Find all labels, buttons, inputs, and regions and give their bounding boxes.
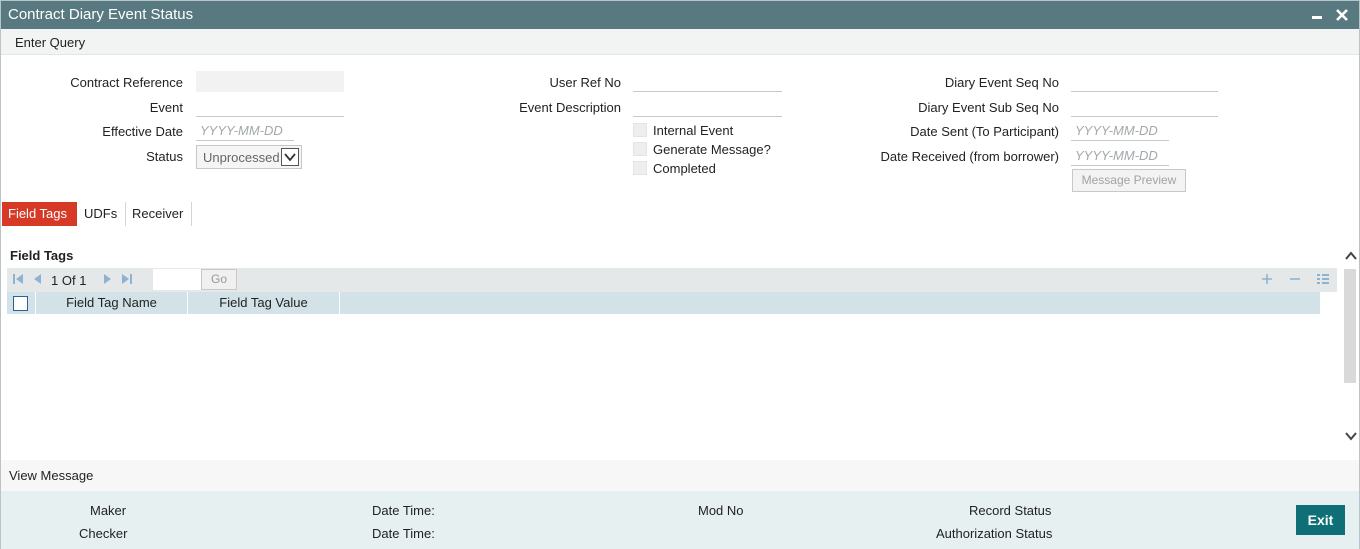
checker-date-time-label: Date Time: bbox=[372, 526, 435, 541]
maker-label: Maker bbox=[90, 503, 127, 518]
checker-label: Checker bbox=[79, 526, 128, 541]
single-view-icon[interactable] bbox=[1316, 272, 1330, 286]
audit-footer: Maker Checker Date Time: Date Time: Mod … bbox=[1, 491, 1359, 549]
status-select[interactable]: Unprocessed bbox=[196, 145, 302, 169]
event-description-label: Event Description bbox=[519, 100, 621, 115]
view-message-bar: View Message bbox=[1, 460, 1359, 491]
user-ref-no-label: User Ref No bbox=[549, 75, 621, 90]
last-page-icon[interactable] bbox=[121, 273, 133, 288]
tab-receiver[interactable]: Receiver bbox=[126, 202, 192, 226]
event-label: Event bbox=[149, 100, 183, 115]
authorization-status-label: Authorization Status bbox=[936, 526, 1053, 541]
scroll-down-icon[interactable] bbox=[1344, 429, 1358, 446]
diary-event-seq-no-label: Diary Event Seq No bbox=[944, 75, 1059, 90]
next-page-icon[interactable] bbox=[103, 273, 113, 288]
window-title: Contract Diary Event Status bbox=[8, 6, 194, 23]
date-received-input[interactable] bbox=[1071, 145, 1169, 166]
record-status-label: Record Status bbox=[969, 503, 1052, 518]
status-select-value: Unprocessed bbox=[203, 150, 280, 165]
completed-checkbox[interactable] bbox=[633, 161, 647, 175]
current-page: 1 bbox=[51, 273, 59, 288]
scroll-up-icon[interactable] bbox=[1344, 249, 1358, 266]
close-icon[interactable] bbox=[1332, 5, 1352, 25]
column-header-field-tag-name[interactable]: Field Tag Name bbox=[36, 292, 188, 314]
delete-row-icon[interactable] bbox=[1288, 272, 1302, 286]
scrollbar-thumb[interactable] bbox=[1344, 269, 1356, 383]
page-number-input[interactable] bbox=[153, 269, 201, 290]
page-of-label: Of bbox=[61, 273, 76, 288]
column-header-field-tag-value[interactable]: Field Tag Value bbox=[188, 292, 340, 314]
contract-diary-event-status-window: Contract Diary Event Status Enter Query … bbox=[0, 0, 1360, 549]
total-pages: 1 bbox=[79, 273, 87, 288]
add-row-icon[interactable] bbox=[1260, 272, 1274, 286]
date-sent-label: Date Sent (To Participant) bbox=[910, 124, 1059, 139]
minimize-icon[interactable] bbox=[1307, 5, 1327, 25]
generate-message-checkbox[interactable] bbox=[633, 142, 647, 156]
mod-no-label: Mod No bbox=[698, 503, 744, 518]
diary-event-seq-no-input[interactable] bbox=[1071, 71, 1218, 92]
exit-button[interactable]: Exit bbox=[1296, 505, 1345, 535]
generate-message-label: Generate Message? bbox=[653, 142, 771, 157]
diary-event-sub-seq-no-input[interactable] bbox=[1071, 96, 1218, 117]
internal-event-checkbox[interactable] bbox=[633, 123, 647, 137]
page-indicator: 1 Of 1 bbox=[51, 273, 86, 288]
enter-query-menu-item[interactable]: Enter Query bbox=[15, 35, 85, 50]
menu-bar: Enter Query bbox=[1, 29, 1359, 55]
field-tags-pager: 1 Of 1 Go bbox=[7, 268, 1337, 292]
diary-event-sub-seq-no-label: Diary Event Sub Seq No bbox=[918, 100, 1059, 115]
effective-date-label: Effective Date bbox=[102, 124, 183, 139]
view-message-link[interactable]: View Message bbox=[9, 468, 93, 483]
select-all-checkbox[interactable] bbox=[13, 296, 28, 311]
user-ref-no-input[interactable] bbox=[633, 71, 782, 92]
date-received-label: Date Received (from borrower) bbox=[880, 149, 1059, 164]
field-tags-grid-header: Field Tag Name Field Tag Value bbox=[7, 292, 1320, 314]
first-page-icon[interactable] bbox=[12, 273, 24, 288]
internal-event-label: Internal Event bbox=[653, 123, 734, 138]
message-preview-button[interactable]: Message Preview bbox=[1072, 169, 1186, 192]
contract-reference-input[interactable] bbox=[196, 71, 344, 92]
event-input[interactable] bbox=[196, 96, 344, 117]
contract-reference-label: Contract Reference bbox=[70, 75, 183, 90]
tab-field-tags[interactable]: Field Tags bbox=[2, 202, 77, 226]
go-button[interactable]: Go bbox=[201, 269, 237, 290]
tab-udfs[interactable]: UDFs bbox=[78, 202, 126, 226]
status-label: Status bbox=[146, 149, 183, 164]
field-tags-heading: Field Tags bbox=[10, 248, 74, 263]
event-description-input[interactable] bbox=[633, 96, 782, 117]
effective-date-input[interactable] bbox=[196, 120, 294, 141]
previous-page-icon[interactable] bbox=[32, 273, 42, 288]
select-all-column bbox=[7, 292, 36, 314]
maker-date-time-label: Date Time: bbox=[372, 503, 435, 518]
chevron-down-icon[interactable] bbox=[281, 148, 299, 166]
title-bar: Contract Diary Event Status bbox=[1, 1, 1359, 29]
completed-label: Completed bbox=[653, 161, 716, 176]
date-sent-input[interactable] bbox=[1071, 120, 1169, 141]
